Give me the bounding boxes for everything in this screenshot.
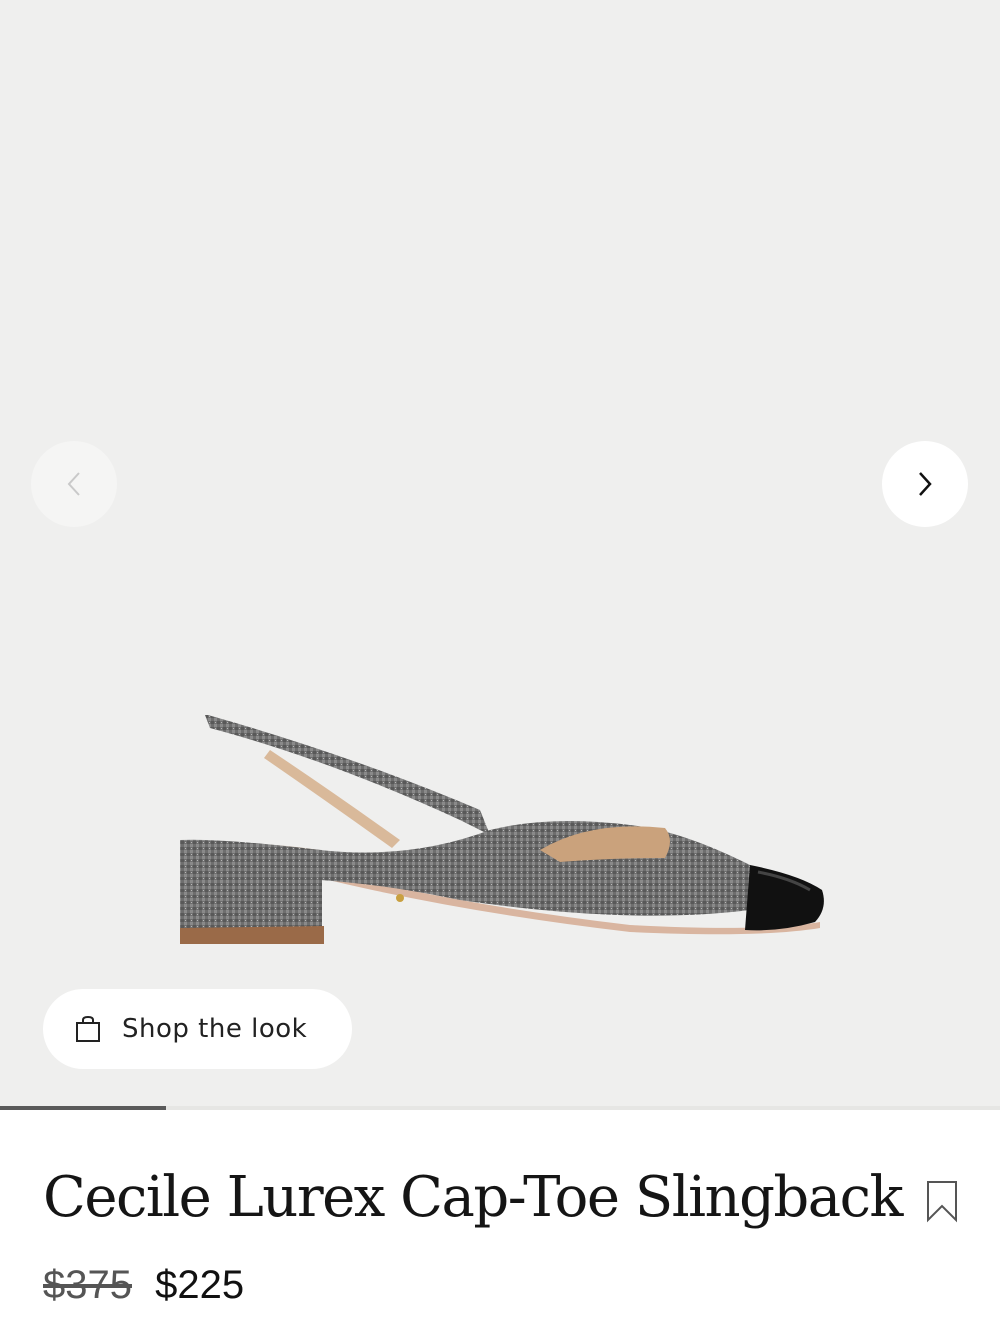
original-price: $375	[43, 1263, 132, 1307]
chevron-left-icon	[67, 472, 80, 496]
chevron-right-icon	[919, 472, 932, 496]
price-row: $375 $225	[43, 1263, 244, 1308]
product-gallery[interactable]: Shop the look	[0, 0, 1000, 1110]
sale-price: $225	[155, 1263, 245, 1307]
next-image-button[interactable]	[882, 441, 968, 527]
bookmark-icon	[927, 1181, 957, 1223]
gallery-progress-bar	[0, 1106, 1000, 1110]
shopping-bag-icon	[74, 1015, 102, 1043]
shop-the-look-button[interactable]: Shop the look	[43, 989, 352, 1069]
product-title: Cecile Lurex Cap-Toe Slingback	[43, 1165, 903, 1230]
bookmark-button[interactable]	[922, 1178, 962, 1224]
shop-the-look-label: Shop the look	[122, 1014, 308, 1044]
gallery-progress-fill	[0, 1106, 166, 1110]
previous-image-button[interactable]	[31, 441, 117, 527]
product-image	[180, 715, 824, 944]
